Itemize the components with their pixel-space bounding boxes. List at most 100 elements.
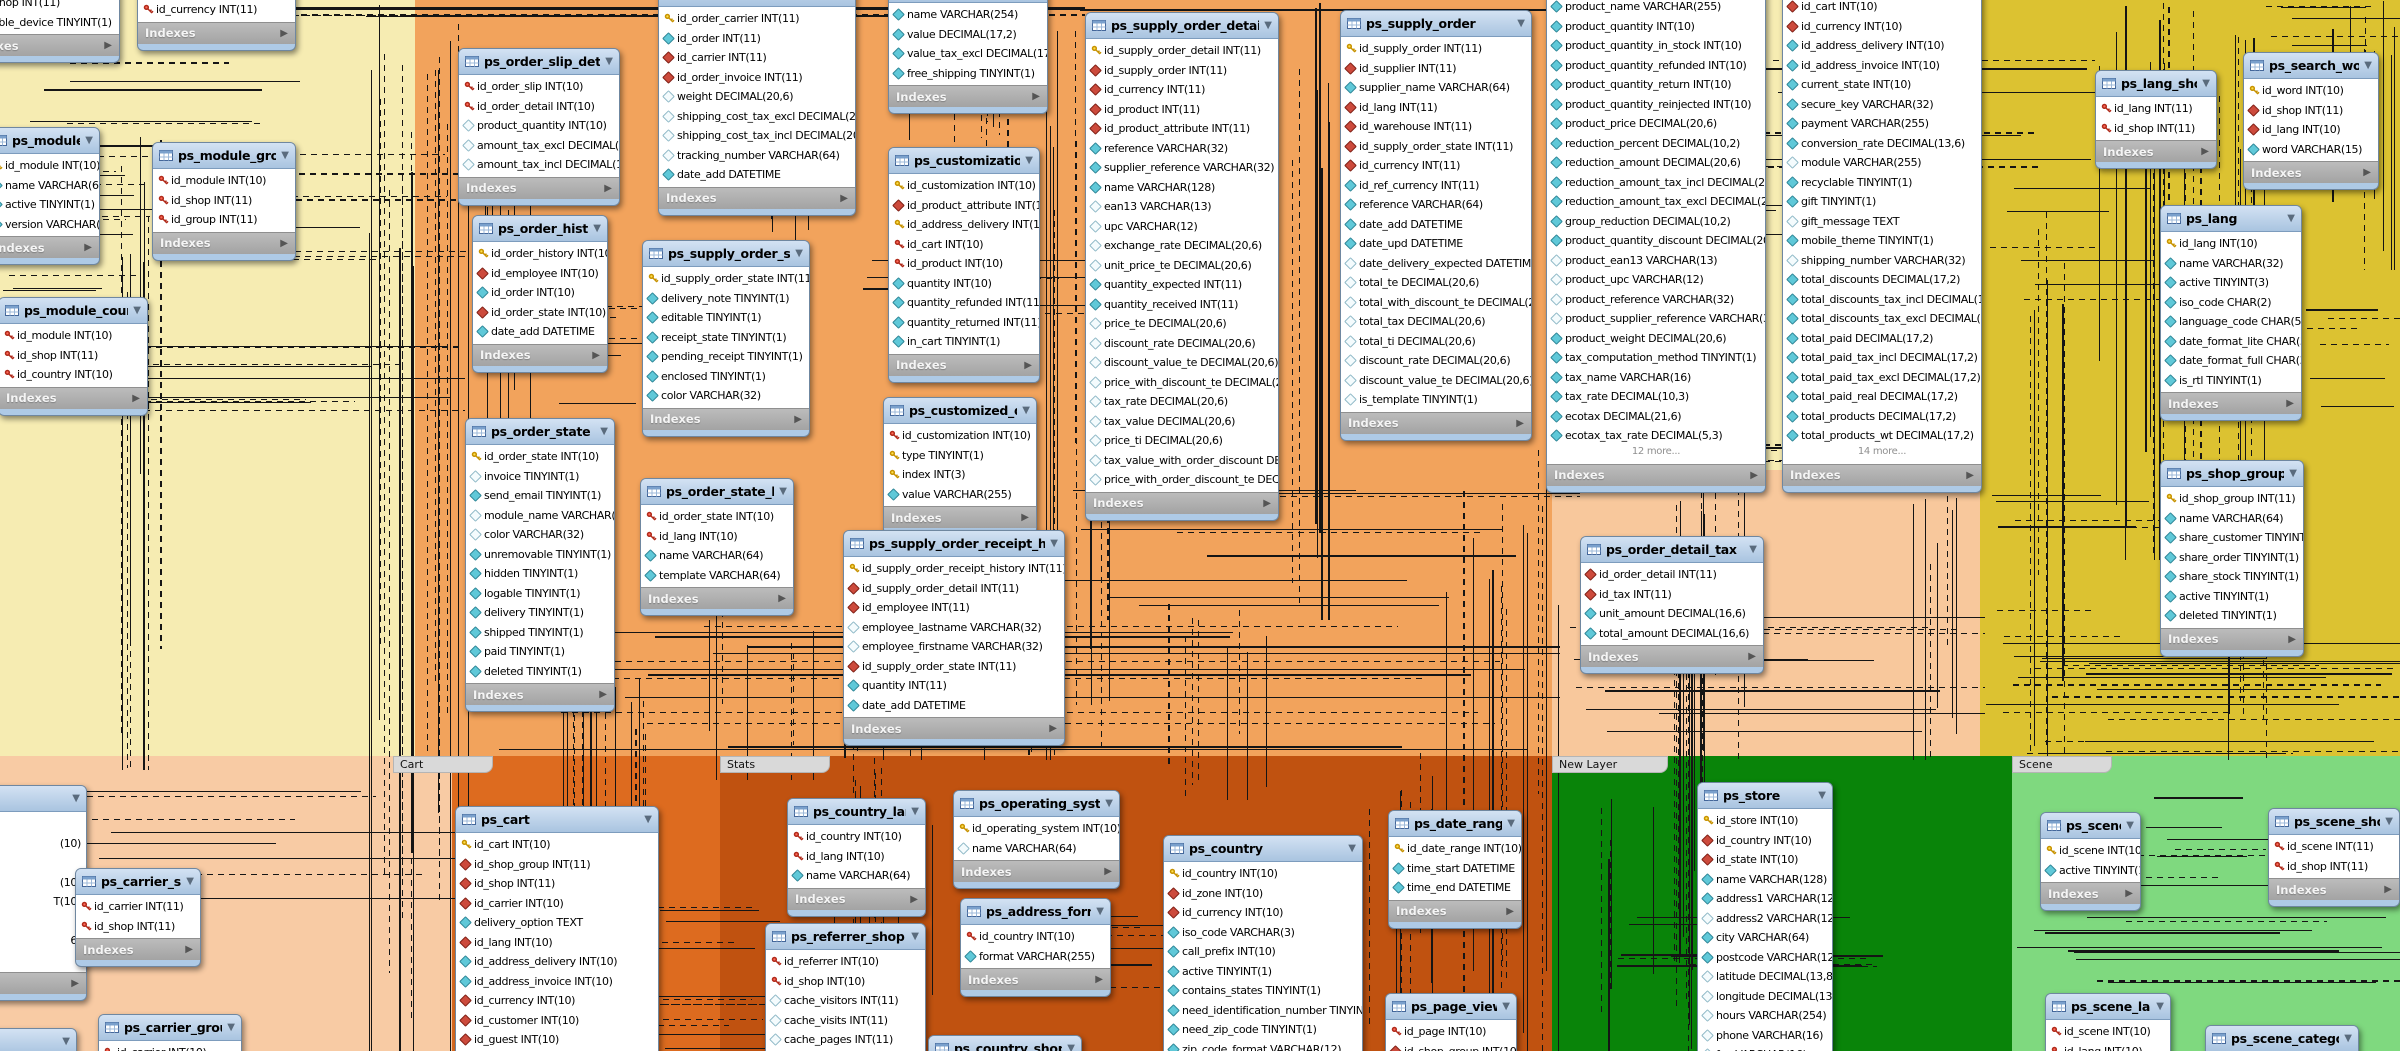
expand-arrow-icon[interactable]: ▶ [280,28,288,39]
column-row[interactable]: amount_tax_excl DECIMAL(10,2) [459,136,619,156]
indexes-bar[interactable]: Indexes ▶ [1086,491,1278,514]
table-header[interactable]: ps_scene_lang ▼ [2046,994,2170,1020]
column-row[interactable]: id_supply_order_state INT(11) [1341,137,1531,157]
collapse-arrow-icon[interactable]: ▼ [72,793,80,804]
collapse-arrow-icon[interactable]: ▼ [227,1022,235,1033]
table-ps_order_slip_detail[interactable]: ps_order_slip_detail ▼ id_order_slip INT(1… [458,48,620,206]
column-row[interactable]: call_prefix INT(10) [1164,942,1362,962]
column-row[interactable]: share_stock TINYINT(1) [2161,567,2303,587]
indexes-bar[interactable]: Indexes ▶ [844,717,1064,739]
column-row[interactable]: id_order_detail INT(11) [1581,565,1763,585]
column-row[interactable]: date_format_lite CHAR(32) [2161,332,2301,352]
column-row[interactable]: version VARCHAR(8) [0,215,99,235]
column-row[interactable]: id_currency INT(11) [138,0,295,20]
column-row[interactable]: active TINYINT(1) [1164,962,1362,982]
column-row[interactable] [0,853,86,873]
column-row[interactable]: id_state INT(10) [1698,850,1832,870]
column-row[interactable]: id_page INT(10) [1386,1022,1516,1042]
column-row[interactable]: supplier_name VARCHAR(64) [1341,78,1531,98]
table-header[interactable]: ▼ [0,1029,76,1051]
expand-arrow-icon[interactable]: ▶ [2384,884,2392,895]
column-row[interactable]: total_products DECIMAL(17,2) [1783,407,1981,427]
column-row[interactable]: id_lang INT(10) [456,933,658,953]
collapse-arrow-icon[interactable]: ▼ [644,814,652,825]
collapse-arrow-icon[interactable]: ▼ [605,56,613,67]
table-partial[interactable]: ▼ id_order_carrier INT(11) id_order INT(11… [658,0,856,216]
expand-arrow-icon[interactable]: ▶ [840,193,848,204]
indexes-bar[interactable]: Indexes ▶ [954,860,1119,882]
indexes-bar[interactable]: Indexes ▶ [961,968,1110,990]
column-row[interactable]: name VARCHAR(64) [0,176,99,196]
table-header[interactable]: ps_scene ▼ [2041,813,2140,839]
column-row[interactable]: product_reference VARCHAR(32) [1547,290,1765,310]
column-row[interactable]: is_template TINYINT(1) [1341,390,1531,410]
column-row[interactable]: total_ti DECIMAL(20,6) [1341,332,1531,352]
table-header[interactable]: ps_supply_order ▼ [1341,11,1531,37]
column-row[interactable]: quantity INT(10) [889,274,1039,294]
column-row[interactable]: id_currency INT(10) [1164,903,1362,923]
table-ps_module_country[interactable]: ps_module_country ▼ id_module INT(10) id_sh… [0,297,148,416]
column-row[interactable]: product_ean13 VARCHAR(13) [1547,251,1765,271]
column-row[interactable]: id_group INT(11) [153,210,295,230]
table-header[interactable]: ps_customization ▼ [889,148,1039,174]
column-row[interactable]: id_order_history INT(10) [473,244,607,264]
column-row[interactable]: id_employee INT(10) [473,264,607,284]
column-row[interactable]: template VARCHAR(64) [641,566,793,586]
indexes-bar[interactable]: Indexes ▶ [1389,899,1521,922]
expand-arrow-icon[interactable]: ▶ [132,393,140,404]
indexes-bar[interactable]: Indexes ▶ [2161,392,2301,414]
expand-arrow-icon[interactable]: ▶ [1516,418,1524,429]
column-row[interactable]: language_code CHAR(5) [2161,312,2301,332]
column-row[interactable]: id_supply_order_state INT(11) [844,657,1064,677]
collapse-arrow-icon[interactable]: ▼ [1502,1001,1510,1012]
table-partial[interactable]: ▼name VARCHAR(254)value DECIMAL(17,2)val… [888,0,1048,114]
column-row[interactable]: tax_computation_method TINYINT(1) [1547,348,1765,368]
column-row[interactable]: id_order_state INT(10) [473,303,607,323]
table-ps_scene[interactable]: ps_scene ▼ id_scene INT(10) active TINYINT(… [2040,812,2141,911]
column-row[interactable]: id_product_attribute INT(10) [889,196,1039,216]
collapse-arrow-icon[interactable]: ▼ [85,135,93,146]
column-row[interactable]: total_tax DECIMAL(20,6) [1341,312,1531,332]
table-header[interactable]: ps_store ▼ [1698,783,1832,809]
indexes-bar[interactable]: Indexes ▶ [0,236,99,258]
column-row[interactable]: id_customization INT(10) [889,176,1039,196]
column-row[interactable]: id_guest INT(10) [456,1030,658,1050]
column-row[interactable]: discount_value_te DECIMAL(20,6) [1341,371,1531,391]
collapse-arrow-icon[interactable]: ▼ [911,806,919,817]
column-row[interactable]: product_price DECIMAL(20,6) [1547,114,1765,134]
column-row[interactable]: total_paid_real DECIMAL(17,2) [1783,387,1981,407]
column-row[interactable]: id_cart INT(10) [456,835,658,855]
column-row[interactable]: id_order INT(10) [473,283,607,303]
table-ps_order_detail_tax[interactable]: ps_order_detail_tax ▼ id_order_detail INT(… [1580,536,1764,674]
expand-arrow-icon[interactable]: ▶ [2125,888,2133,899]
column-row[interactable]: employee_lastname VARCHAR(32) [844,618,1064,638]
table-header[interactable]: ps_carrier_group ▼ [99,1015,241,1041]
column-row[interactable]: total_discounts_tax_excl DECIMAL(17,2) [1783,309,1981,329]
layer-tab-scene[interactable]: Scene [2012,756,2112,773]
column-row[interactable]: in_cart TINYINT(1) [889,332,1039,352]
column-row[interactable]: id_supply_order INT(11) [1341,39,1531,59]
table-partial[interactable]: ▼id_cart INT(10)id_currency INT(10)id_ad… [1782,0,1982,493]
expand-arrow-icon[interactable]: ▶ [2363,167,2371,178]
table-partial[interactable]: ▼ [0,1028,77,1051]
column-row[interactable]: name VARCHAR(128) [1086,178,1278,198]
column-row[interactable]: id_shop INT(11) [2096,119,2216,139]
column-row[interactable]: id_lang INT(11) [1341,98,1531,118]
column-row[interactable]: id_tax INT(11) [1581,585,1763,605]
column-row[interactable]: tax_value_with_order_discount DECIMAL(20… [1086,451,1278,471]
column-row[interactable]: city VARCHAR(64) [1698,928,1832,948]
column-row[interactable]: id_carrier INT(11) [659,48,855,68]
expand-arrow-icon[interactable]: ▶ [1966,470,1974,481]
column-row[interactable]: product_quantity_in_stock INT(10) [1547,36,1765,56]
column-row[interactable]: unremovable TINYINT(1) [466,545,614,565]
column-row[interactable]: id_module INT(10) [0,326,147,346]
column-row[interactable]: color VARCHAR(32) [643,386,809,406]
column-row[interactable]: upc VARCHAR(12) [1086,217,1278,237]
indexes-bar[interactable]: Indexes ▶ [1783,463,1981,486]
table-header[interactable]: ps_carrier_shop ▼ [76,869,200,895]
indexes-bar[interactable]: Indexes ▶ [1581,645,1763,667]
column-row[interactable]: unit_amount DECIMAL(16,6) [1581,604,1763,624]
column-row[interactable]: reduction_percent DECIMAL(10,2) [1547,134,1765,154]
column-row[interactable]: id_lang INT(10) [2046,1042,2170,1051]
column-row[interactable]: product_quantity_refunded INT(10) [1547,56,1765,76]
